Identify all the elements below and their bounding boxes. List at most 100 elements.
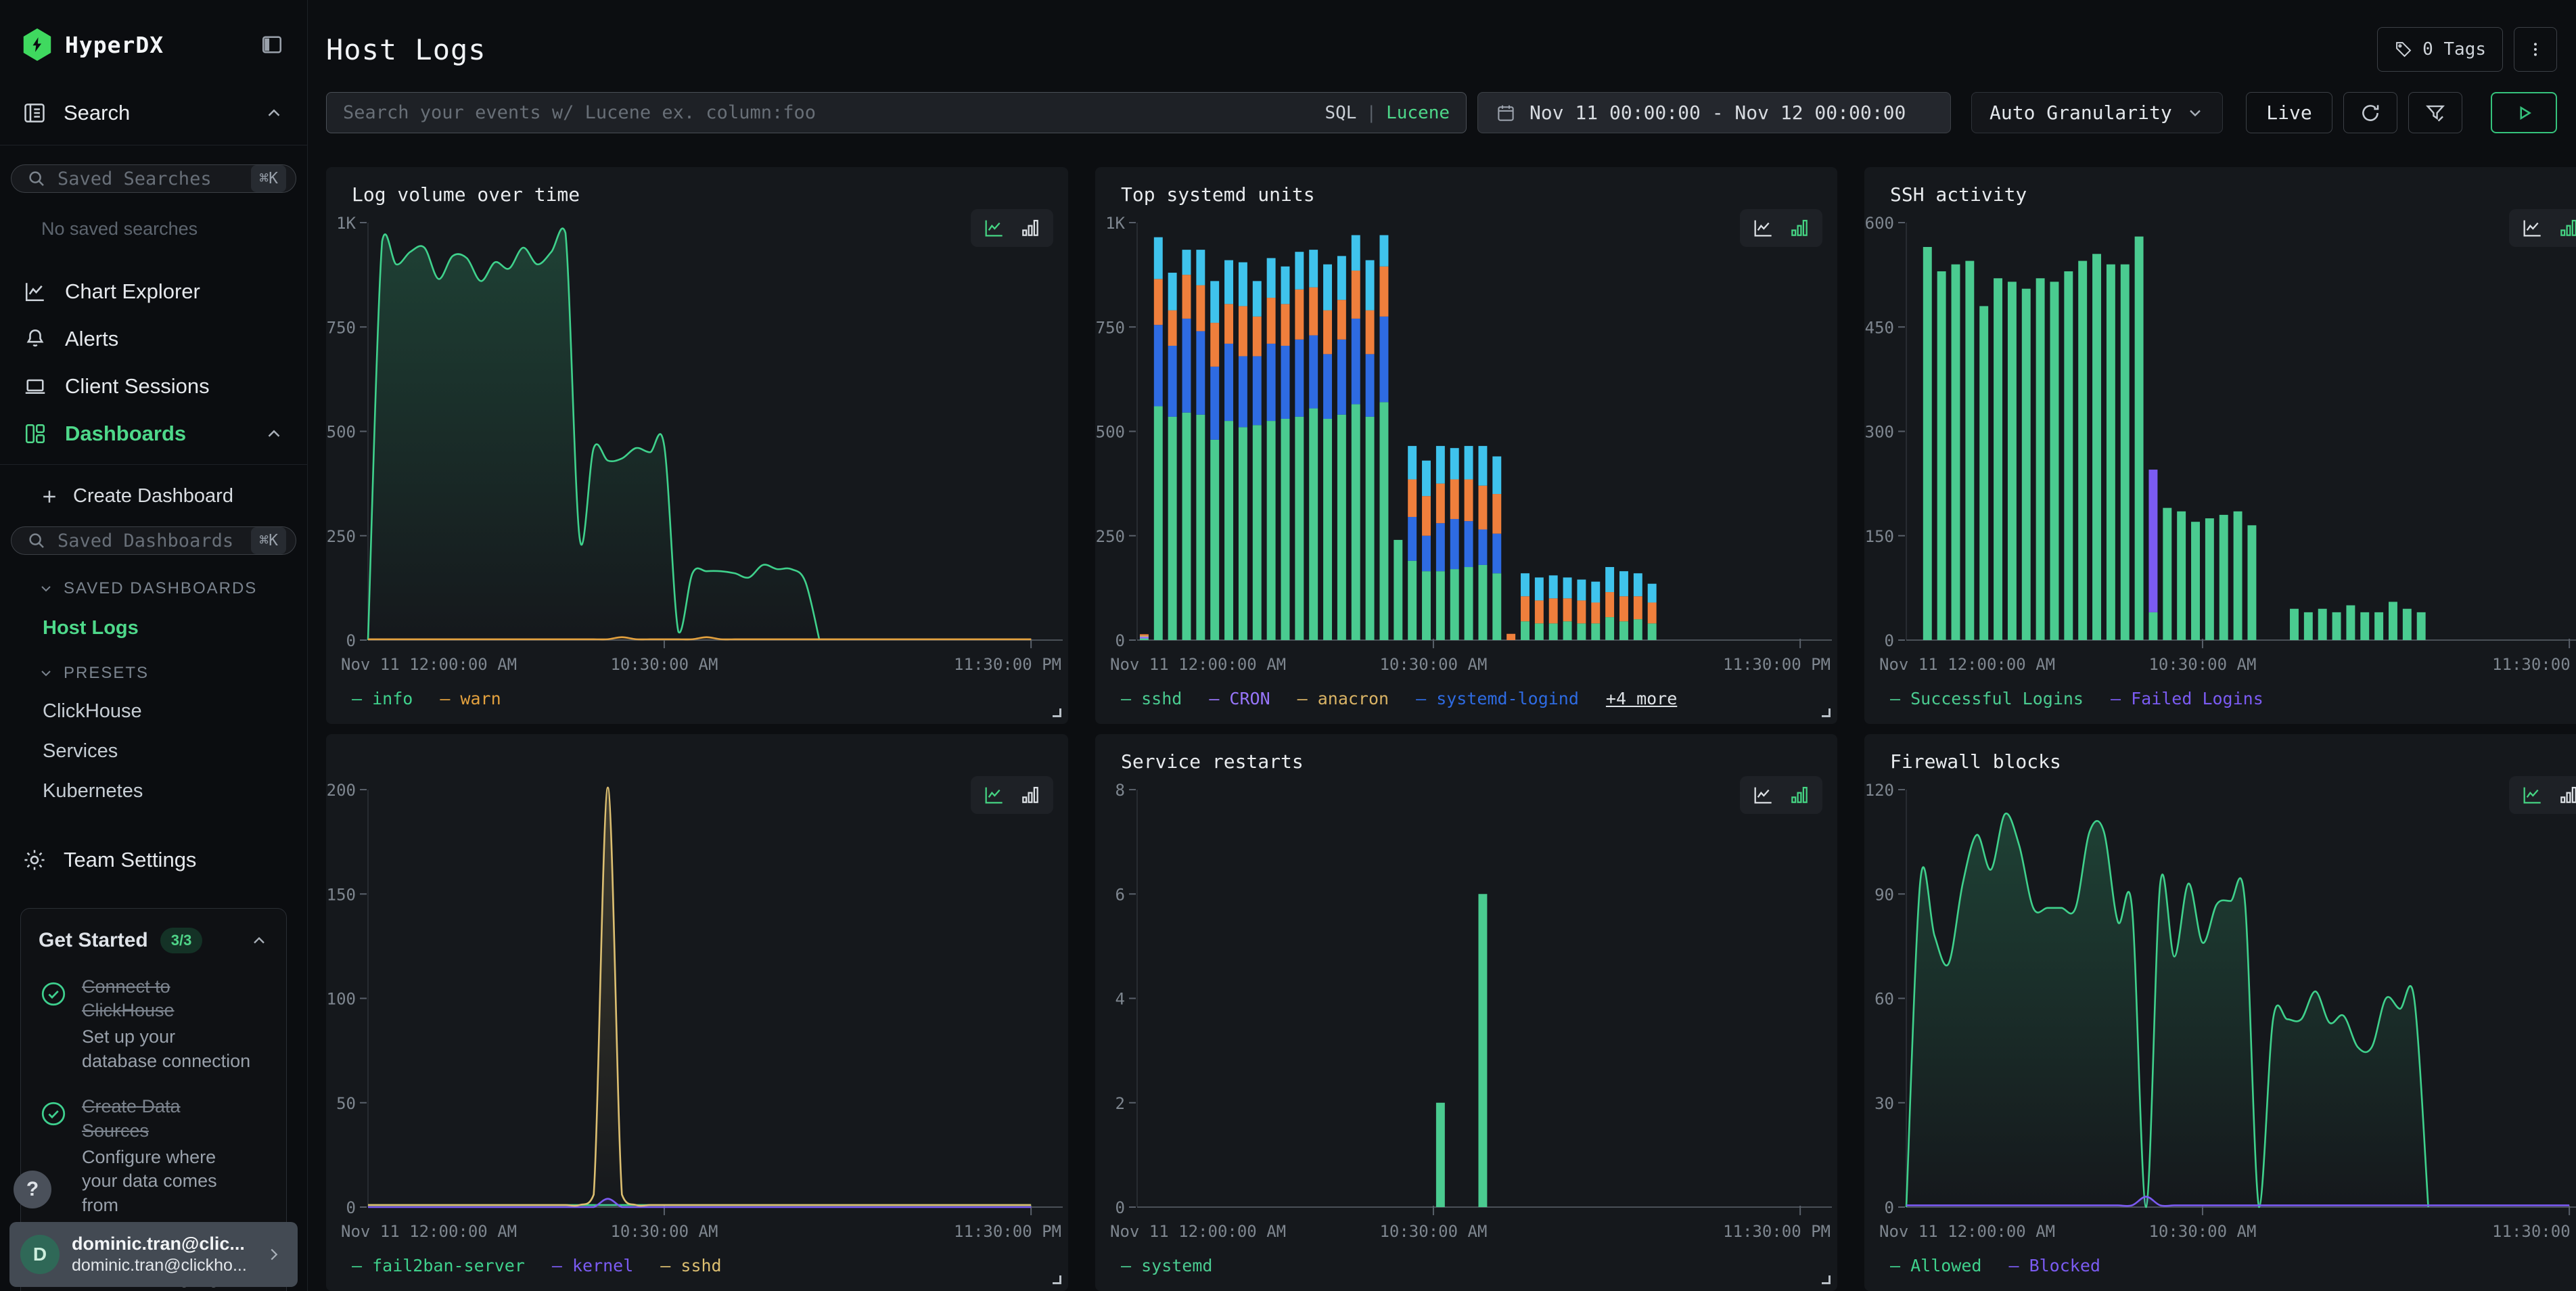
- create-dashboard-label: Create Dashboard: [73, 485, 233, 507]
- bar-chart-icon[interactable]: [1789, 784, 1810, 806]
- chart-type-toggle[interactable]: [971, 776, 1053, 814]
- svg-text:Nov 11 12:00:00 AM: Nov 11 12:00:00 AM: [1110, 1222, 1286, 1241]
- sidebar-item-search[interactable]: Search: [0, 100, 307, 145]
- chart-type-toggle[interactable]: [2509, 209, 2576, 247]
- saved-dashboards-field[interactable]: [58, 530, 251, 551]
- line-chart-icon[interactable]: [1752, 217, 1774, 239]
- event-search-input[interactable]: [343, 102, 1325, 123]
- help-button[interactable]: ?: [14, 1171, 51, 1208]
- chart-type-toggle[interactable]: [1740, 209, 1822, 247]
- chart-plot[interactable]: 050100150200Nov 11 12:00:00 AM10:30:00 A…: [326, 779, 1068, 1249]
- saved-dashboards-input[interactable]: ⌘K: [11, 526, 296, 555]
- sidebar-item-chart-explorer[interactable]: Chart Explorer: [0, 268, 307, 315]
- bar-chart-icon[interactable]: [1789, 217, 1810, 239]
- live-button[interactable]: Live: [2246, 92, 2332, 133]
- legend-item[interactable]: — Allowed: [1890, 1256, 1981, 1275]
- sidebar-item-dashboards[interactable]: Dashboards: [0, 410, 307, 457]
- event-search-box[interactable]: SQL|Lucene: [326, 92, 1467, 133]
- line-chart-icon[interactable]: [1752, 784, 1774, 806]
- tags-button[interactable]: 0 Tags: [2377, 27, 2503, 72]
- line-chart-icon[interactable]: [983, 217, 1005, 239]
- resize-handle[interactable]: [1822, 1275, 1831, 1284]
- bar-chart-icon[interactable]: [1019, 217, 1041, 239]
- resize-handle[interactable]: [1053, 1275, 1061, 1284]
- panel-menu-button[interactable]: [2514, 27, 2557, 72]
- saved-dashboards-header[interactable]: SAVED DASHBOARDS: [38, 579, 307, 598]
- sidebar-item-kubernetes[interactable]: Kubernetes: [43, 780, 307, 802]
- legend-item[interactable]: — fail2ban-server: [352, 1256, 525, 1275]
- chart-plot[interactable]: 0150300450600Nov 11 12:00:00 AM10:30:00 …: [1864, 212, 2576, 682]
- legend-item[interactable]: — systemd: [1121, 1256, 1212, 1275]
- svg-text:150: 150: [1865, 527, 1894, 546]
- svg-text:0: 0: [1116, 631, 1125, 650]
- line-chart-icon[interactable]: [983, 784, 1005, 806]
- svg-text:150: 150: [327, 885, 356, 904]
- line-chart-icon[interactable]: [2521, 217, 2543, 239]
- bar-chart-icon[interactable]: [2558, 784, 2576, 806]
- legend-item[interactable]: — sshd: [660, 1256, 721, 1275]
- chevron-up-icon[interactable]: [264, 424, 284, 444]
- svg-text:6: 6: [1116, 885, 1125, 904]
- saved-searches-input[interactable]: ⌘K: [11, 164, 296, 193]
- run-query-button[interactable]: [2491, 92, 2557, 133]
- calendar-icon: [1496, 103, 1516, 123]
- presets-header[interactable]: PRESETS: [38, 664, 307, 683]
- search-section-icon: [22, 100, 47, 126]
- date-range-picker[interactable]: Nov 11 00:00:00 - Nov 12 00:00:00: [1477, 92, 1951, 133]
- filter-button[interactable]: [2408, 92, 2462, 133]
- line-chart-icon[interactable]: [2521, 784, 2543, 806]
- chart-type-toggle[interactable]: [1740, 776, 1822, 814]
- sidebar-collapse-icon[interactable]: [260, 32, 284, 57]
- legend-item[interactable]: — Failed Logins: [2111, 689, 2263, 708]
- user-menu[interactable]: D dominic.tran@clic... dominic.tran@clic…: [9, 1222, 298, 1287]
- legend-item[interactable]: — systemd-logind: [1416, 689, 1579, 708]
- chart-type-toggle[interactable]: [971, 209, 1053, 247]
- chart-plot[interactable]: 02505007501KNov 11 12:00:00 AM10:30:00 A…: [326, 212, 1068, 682]
- legend-item[interactable]: — info: [352, 689, 413, 708]
- saved-searches-field[interactable]: [58, 168, 251, 189]
- legend-item[interactable]: — Blocked: [2008, 1256, 2100, 1275]
- chart-plot[interactable]: 0306090120Nov 11 12:00:00 AM10:30:00 AM1…: [1864, 779, 2576, 1249]
- sidebar-item-team-settings[interactable]: Team Settings: [0, 847, 307, 873]
- legend-more-link[interactable]: +4 more: [1606, 689, 1677, 708]
- lucene-mode-toggle[interactable]: Lucene: [1386, 103, 1450, 123]
- legend-item[interactable]: — warn: [440, 689, 501, 708]
- resize-handle[interactable]: [1822, 708, 1831, 717]
- gear-icon: [22, 847, 47, 873]
- sql-mode-toggle[interactable]: SQL: [1325, 103, 1356, 123]
- chart-legend: — Successful Logins — Failed Logins: [1864, 682, 2576, 715]
- get-started-step[interactable]: Create Data Sources Configure where your…: [39, 1095, 269, 1217]
- chevron-up-icon[interactable]: [250, 931, 269, 950]
- chart-legend: — systemd: [1095, 1249, 1837, 1282]
- svg-text:200: 200: [327, 781, 356, 800]
- resize-handle[interactable]: [1053, 708, 1061, 717]
- sidebar-item-services[interactable]: Services: [43, 740, 307, 763]
- legend-item[interactable]: — Successful Logins: [1890, 689, 2084, 708]
- chart-type-toggle[interactable]: [2509, 776, 2576, 814]
- sidebar-item-host-logs[interactable]: Host Logs: [43, 617, 307, 639]
- svg-text:500: 500: [327, 423, 356, 442]
- avatar: D: [20, 1235, 60, 1274]
- step-desc: Configure where your data comes from: [82, 1146, 251, 1218]
- refresh-button[interactable]: [2343, 92, 2397, 133]
- legend-item[interactable]: — sshd: [1121, 689, 1182, 708]
- svg-text:100: 100: [327, 990, 356, 1009]
- legend-item[interactable]: — CRON: [1209, 689, 1270, 708]
- user-name: dominic.tran@clic...: [72, 1233, 264, 1254]
- bar-chart-icon[interactable]: [1019, 784, 1041, 806]
- sidebar-item-client-sessions[interactable]: Client Sessions: [0, 363, 307, 410]
- granularity-select[interactable]: Auto Granularity: [1971, 92, 2223, 133]
- legend-item[interactable]: — anacron: [1297, 689, 1389, 708]
- legend-item[interactable]: — kernel: [552, 1256, 633, 1275]
- chart-plot[interactable]: 02505007501KNov 11 12:00:00 AM10:30:00 A…: [1095, 212, 1837, 682]
- chevron-up-icon[interactable]: [264, 103, 284, 123]
- get-started-step[interactable]: Connect to ClickHouse Set up your databa…: [39, 975, 269, 1073]
- create-dashboard-button[interactable]: Create Dashboard: [39, 485, 307, 507]
- bar-chart-icon[interactable]: [2558, 217, 2576, 239]
- chart-plot[interactable]: 02468Nov 11 12:00:00 AM10:30:00 AM11:30:…: [1095, 779, 1837, 1249]
- chart-panel: 050100150200Nov 11 12:00:00 AM10:30:00 A…: [326, 734, 1068, 1291]
- sidebar-item-clickhouse[interactable]: ClickHouse: [43, 700, 307, 723]
- sidebar-item-alerts[interactable]: Alerts: [0, 315, 307, 363]
- chart-legend: — fail2ban-server — kernel — sshd: [326, 1249, 1068, 1282]
- svg-text:10:30:00 AM: 10:30:00 AM: [610, 1222, 718, 1241]
